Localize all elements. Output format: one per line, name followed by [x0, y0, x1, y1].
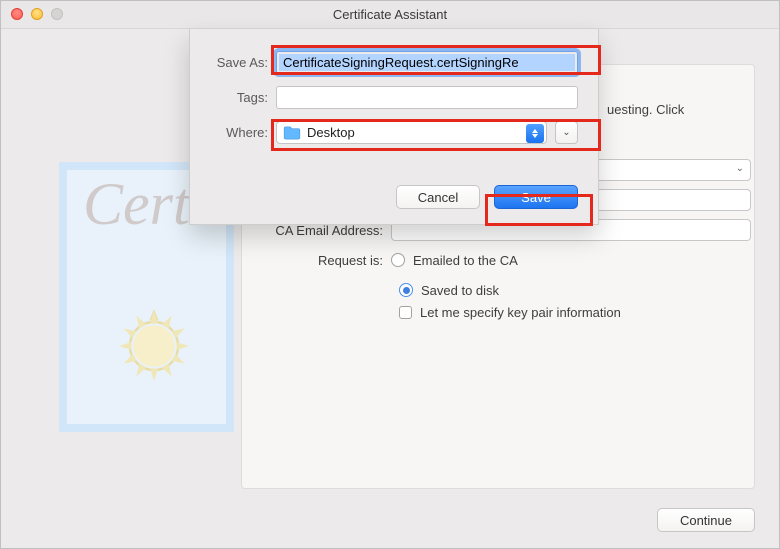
continue-button[interactable]: Continue	[657, 508, 755, 532]
cancel-button-label: Cancel	[418, 190, 458, 205]
save-as-label: Save As:	[190, 55, 276, 70]
continue-button-label: Continue	[680, 513, 732, 528]
save-as-input[interactable]	[276, 51, 578, 74]
where-value: Desktop	[307, 125, 355, 140]
where-label: Where:	[190, 125, 276, 140]
window-title: Certificate Assistant	[333, 7, 447, 22]
radio-saved-label: Saved to disk	[421, 283, 499, 298]
radio-emailed-label: Emailed to the CA	[413, 253, 518, 268]
sheet-actions: Cancel Save	[396, 185, 578, 209]
certificate-script-text: Certi	[83, 170, 206, 239]
checkbox-keypair-label: Let me specify key pair information	[420, 305, 621, 320]
window-controls	[11, 8, 63, 20]
minimize-icon[interactable]	[31, 8, 43, 20]
close-icon[interactable]	[11, 8, 23, 20]
save-sheet: Save As: Tags: Where: Desktop	[189, 29, 599, 225]
chevron-down-icon: ⌄	[562, 127, 570, 138]
expand-button[interactable]: ⌄	[555, 121, 578, 144]
zoom-icon	[51, 8, 63, 20]
save-button[interactable]: Save	[494, 185, 578, 209]
certificate-assistant-window: Certificate Assistant Certi	[0, 0, 780, 549]
seal-icon	[114, 306, 194, 386]
instruction-fragment: uesting. Click	[607, 102, 684, 117]
where-select[interactable]: Desktop	[276, 121, 547, 144]
radio-emailed[interactable]	[391, 253, 405, 267]
request-is-label: Request is:	[261, 253, 391, 268]
folder-icon	[283, 126, 301, 140]
checkbox-keypair[interactable]	[399, 306, 412, 319]
updown-caret-icon	[526, 124, 544, 143]
tags-label: Tags:	[190, 90, 276, 105]
save-button-label: Save	[521, 190, 551, 205]
cancel-button[interactable]: Cancel	[396, 185, 480, 209]
chevron-updown-icon: ⌄	[736, 163, 744, 174]
radio-saved[interactable]	[399, 283, 413, 297]
titlebar: Certificate Assistant	[1, 1, 779, 29]
tags-input[interactable]	[276, 86, 578, 109]
footer-actions: Continue	[657, 508, 755, 532]
